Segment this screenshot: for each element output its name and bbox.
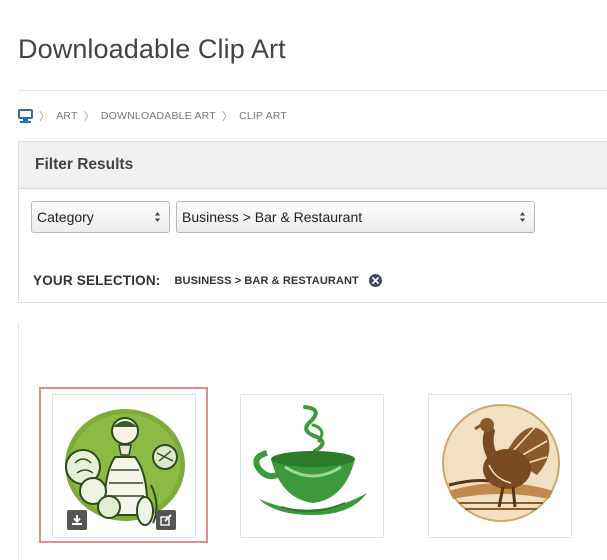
page-title: Downloadable Clip Art: [18, 34, 286, 64]
breadcrumb: 〉 ART 〉 DOWNLOADABLE ART 〉 CLIP ART: [18, 108, 287, 124]
home-computer-icon[interactable]: [18, 109, 33, 123]
select-arrows-icon: [520, 212, 525, 222]
subcategory-select[interactable]: Business > Bar & Restaurant: [176, 201, 535, 233]
subcategory-select-value: Business > Bar & Restaurant: [182, 209, 363, 225]
filter-header: Filter Results: [19, 142, 607, 189]
breadcrumb-separator: 〉: [39, 111, 51, 123]
download-icon[interactable]: [67, 510, 87, 530]
teacup-clip-art-image: [253, 405, 367, 515]
category-select[interactable]: Category: [31, 201, 170, 233]
breadcrumb-item-art[interactable]: ART: [56, 110, 77, 122]
clip-art-card-farmer[interactable]: [52, 394, 196, 538]
category-select-value: Category: [37, 209, 94, 225]
filter-panel: Filter Results Category Business > Bar &…: [18, 141, 607, 303]
breadcrumb-item-downloadable-art[interactable]: DOWNLOADABLE ART: [101, 110, 216, 122]
clip-art-card-teacup[interactable]: [240, 394, 384, 538]
your-selection: YOUR SELECTION: BUSINESS > BAR & RESTAUR…: [33, 273, 382, 288]
breadcrumb-separator: 〉: [221, 111, 234, 123]
breadcrumb-item-clip-art[interactable]: CLIP ART: [239, 110, 287, 122]
results-divider: [18, 322, 19, 560]
turkey-clip-art-image: [442, 404, 560, 522]
clip-art-card-turkey[interactable]: [428, 394, 572, 538]
edit-icon[interactable]: [156, 510, 176, 530]
selection-value: BUSINESS > BAR & RESTAURANT: [174, 274, 359, 287]
selection-label: YOUR SELECTION:: [33, 273, 161, 288]
close-circle-icon[interactable]: [368, 274, 382, 287]
breadcrumb-separator: 〉: [83, 111, 95, 123]
select-arrows-icon: [155, 212, 160, 222]
title-divider: [18, 90, 607, 91]
